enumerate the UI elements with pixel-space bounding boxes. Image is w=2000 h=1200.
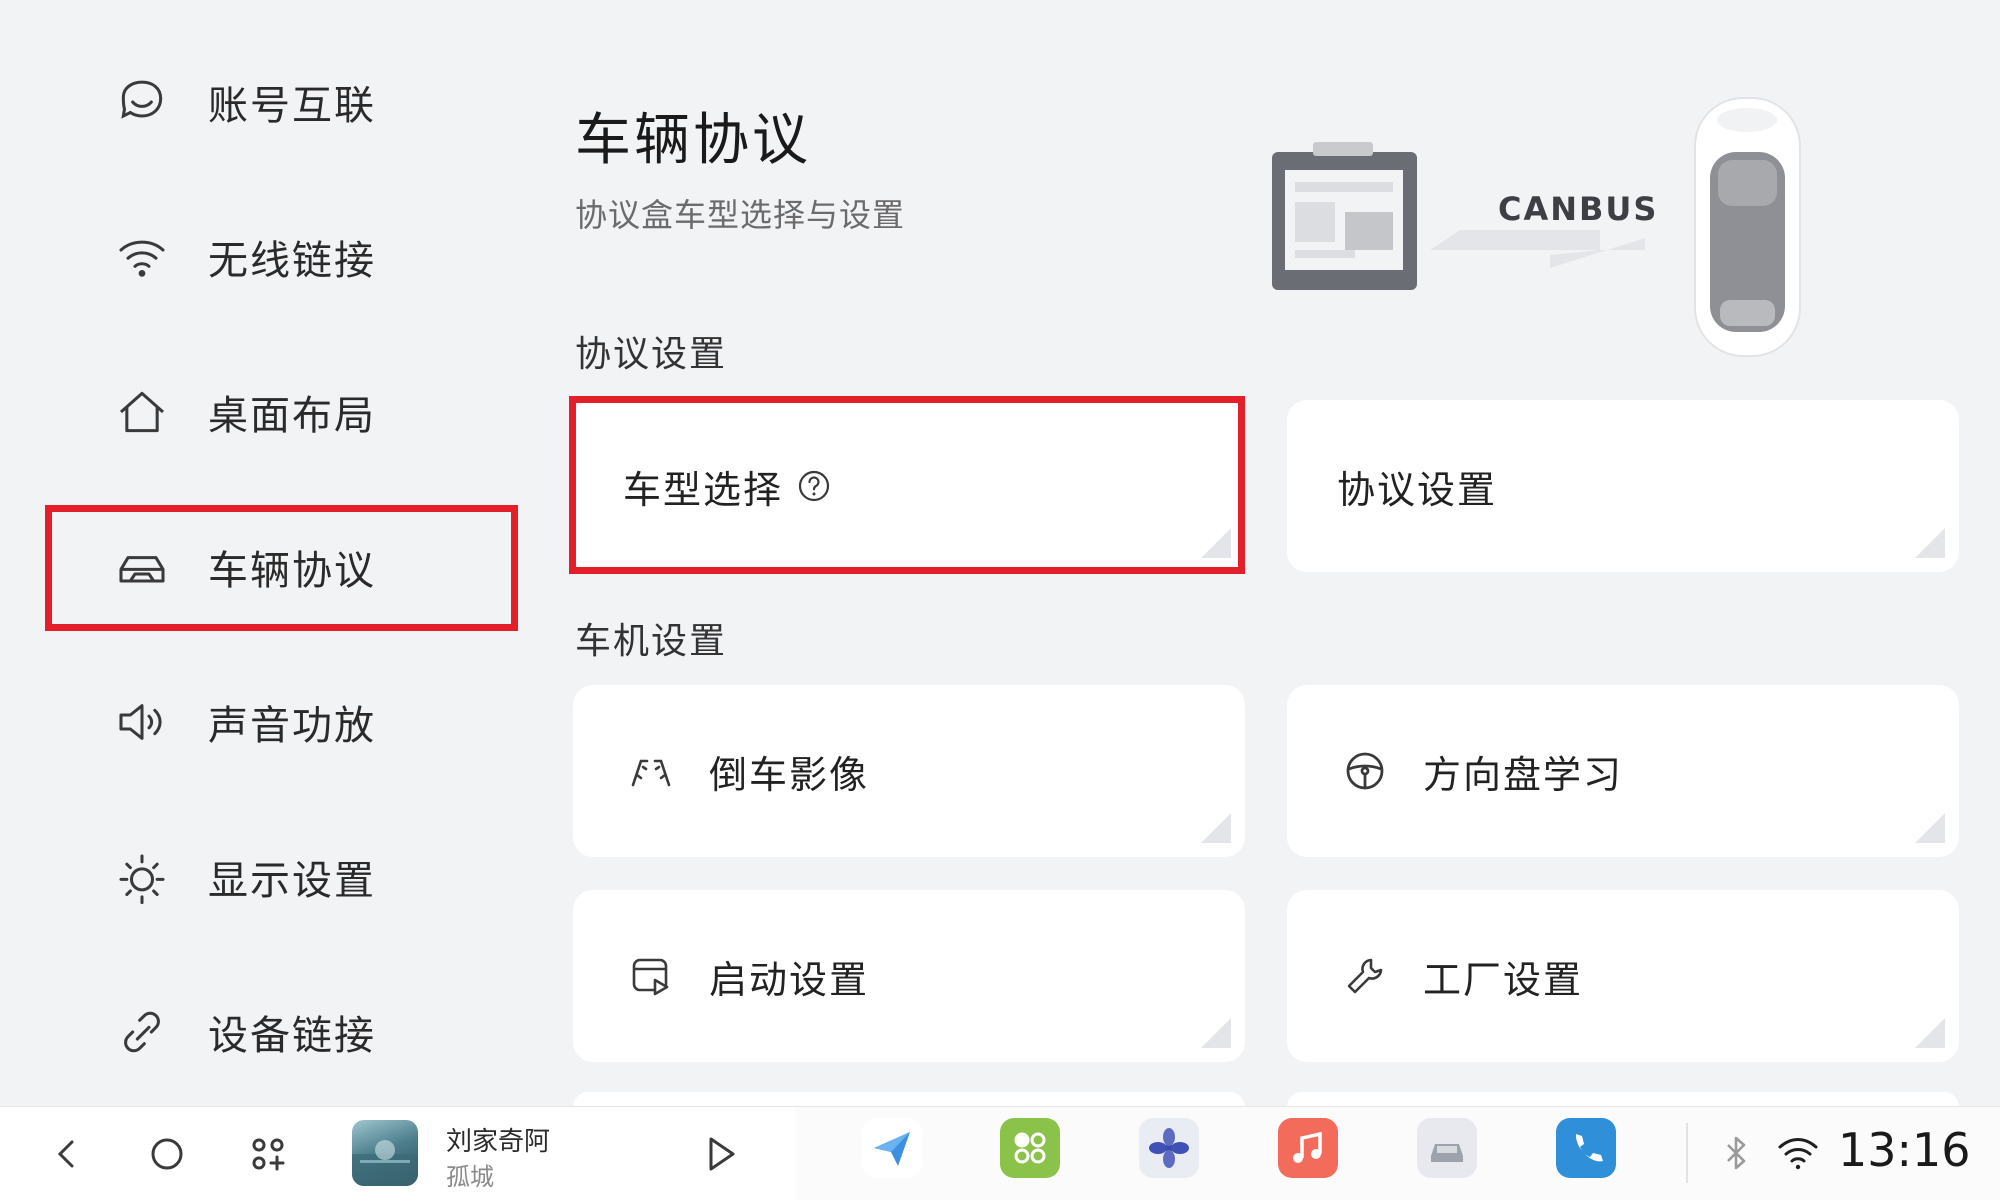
page-subtitle: 协议盒车型选择与设置: [575, 196, 906, 234]
sidebar-item-label: 无线链接: [208, 238, 376, 284]
sidebar-item-label: 设备链接: [208, 1013, 376, 1059]
phone-app[interactable]: [1556, 1118, 1616, 1178]
sidebar-item-label: 声音功放: [208, 703, 376, 749]
card-reverse-camera[interactable]: 倒车影像: [573, 685, 1245, 857]
bluetooth-icon[interactable]: [1714, 1131, 1758, 1175]
corner-indicator: [1915, 1018, 1945, 1048]
canbus-label: CANBUS: [1498, 190, 1658, 228]
bottom-dock: 刘家奇阿 孤城 13:16: [0, 1106, 2000, 1200]
media-artist: 孤城: [446, 1163, 494, 1191]
canbus-illustration: CANBUS: [1250, 90, 1830, 360]
apps-grid-icon[interactable]: [238, 1124, 298, 1184]
card-highlight: [569, 396, 1245, 574]
corner-indicator: [1201, 813, 1231, 843]
card-steering-wheel-learning[interactable]: 方向盘学习: [1287, 685, 1959, 857]
sidebar-item-device-link[interactable]: 设备链接: [110, 992, 376, 1072]
wifi-status-icon[interactable]: [1776, 1131, 1820, 1175]
sidebar-item-display[interactable]: 显示设置: [110, 837, 376, 917]
media-title: 刘家奇阿: [446, 1127, 551, 1157]
card-label: 启动设置: [709, 957, 870, 1002]
sidebar-item-account[interactable]: 账号互联: [110, 62, 376, 142]
active-item-highlight: [45, 505, 518, 631]
card-label: 协议设置: [1337, 467, 1498, 512]
card-protocol-settings[interactable]: 协议设置: [1287, 400, 1959, 572]
dock-separator: [1686, 1123, 1688, 1183]
home-circle-icon[interactable]: [137, 1124, 197, 1184]
sidebar-item-label: 桌面布局: [208, 393, 376, 439]
sidebar: 账号互联 无线链接 桌面布局 车辆协议 声音功放 显示设置 设备链接: [0, 0, 530, 1106]
car-app[interactable]: [1417, 1118, 1477, 1178]
link-icon: [110, 1000, 174, 1064]
sidebar-item-label: 账号互联: [208, 83, 376, 129]
music-app[interactable]: [1278, 1118, 1338, 1178]
wrench-icon: [1337, 948, 1393, 1004]
reverse-camera-icon: [623, 743, 679, 799]
sidebar-item-label: 显示设置: [208, 858, 376, 904]
album-art[interactable]: [352, 1120, 418, 1186]
corner-indicator: [1915, 528, 1945, 558]
brightness-icon: [110, 845, 174, 909]
wifi-icon: [110, 225, 174, 289]
sidebar-item-wireless[interactable]: 无线链接: [110, 217, 376, 297]
card-label: 方向盘学习: [1423, 752, 1624, 797]
card-label: 倒车影像: [709, 752, 870, 797]
speaker-icon: [110, 690, 174, 754]
card-startup-settings[interactable]: 启动设置: [573, 890, 1245, 1062]
corner-indicator: [1201, 1018, 1231, 1048]
corner-indicator: [1915, 813, 1945, 843]
sidebar-item-desktop[interactable]: 桌面布局: [110, 372, 376, 452]
card-factory-settings[interactable]: 工厂设置: [1287, 890, 1959, 1062]
play-icon[interactable]: [695, 1129, 745, 1179]
back-icon[interactable]: [38, 1124, 98, 1184]
section-label-head-unit: 车机设置: [575, 621, 728, 662]
fan-app[interactable]: [1139, 1118, 1199, 1178]
clock: 13:16: [1838, 1123, 1971, 1177]
navigation-app[interactable]: [862, 1118, 922, 1178]
steering-wheel-icon: [1337, 743, 1393, 799]
startup-icon: [623, 948, 679, 1004]
sidebar-item-sound[interactable]: 声音功放: [110, 682, 376, 762]
app-grid-app[interactable]: [1000, 1118, 1060, 1178]
card-label: 工厂设置: [1423, 957, 1584, 1002]
home-icon: [110, 380, 174, 444]
account-link-icon: [110, 70, 174, 134]
section-label-protocol: 协议设置: [575, 334, 728, 375]
page-title: 车辆协议: [575, 108, 811, 173]
